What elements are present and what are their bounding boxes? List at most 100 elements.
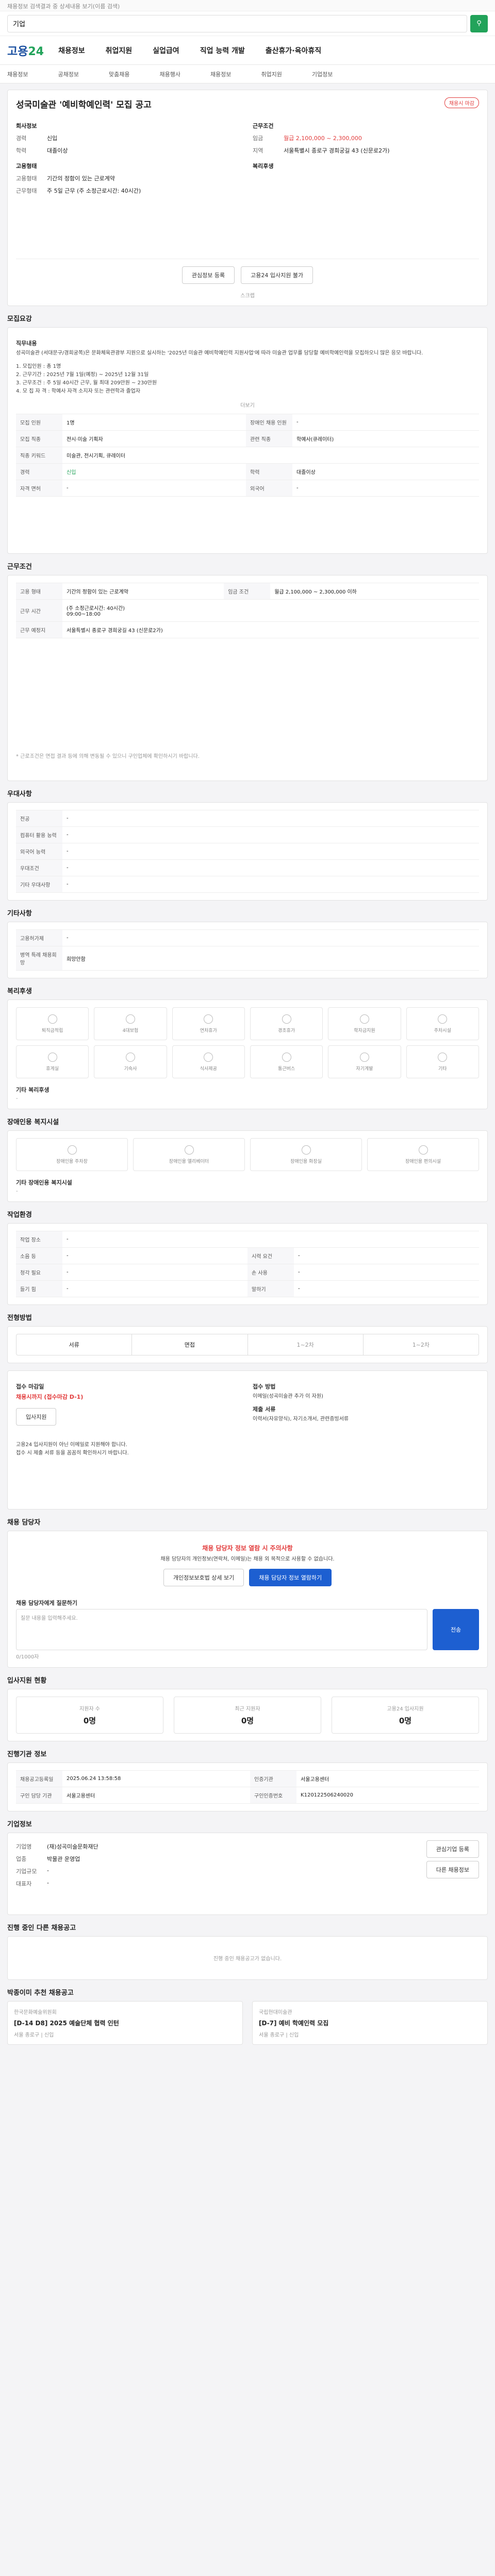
gnb-item[interactable]: 출산휴가·육아휴직 [266, 45, 321, 56]
recommend-job-title[interactable]: [D-14 D8] 2025 예술단체 협력 인턴 [14, 2019, 236, 2027]
disability-other-value: - [16, 1189, 18, 1194]
welfare-icon [125, 1014, 135, 1024]
welfare-item: 휴게실 [16, 1045, 89, 1078]
method-value: 이메일(성곡미술관 추가 이 자원) [253, 1394, 323, 1399]
hr-card: 채용 담당자 정보 열람 시 주의사항 채용 담당자의 개인정보(연락처, 이메… [7, 1531, 488, 1668]
th: 관련 직종 [246, 430, 293, 447]
sub-nav: 채용정보 공채정보 맞춤채용 채용행사 채용정보 취업지원 기업정보 [0, 65, 495, 83]
period-text: 1. 모집인원 : 총 1명 2. 근무기간 : 2025년 7월 1일(예정)… [16, 364, 157, 394]
search-input[interactable] [13, 20, 461, 27]
th: 말하기 [248, 1280, 294, 1297]
recommend-card[interactable]: 한국문화예술위원회 [D-14 D8] 2025 예술단체 협력 인턴 서울 종… [7, 2001, 243, 2045]
kv-value: 주 5일 근무 (주 소정근로시간: 40시간) [47, 188, 141, 194]
kv-key: 업종 [16, 1856, 27, 1862]
privacy-detail-button[interactable]: 개인정보보호법 상세 보기 [163, 1569, 244, 1586]
employ-label: 고용형태 [16, 163, 37, 170]
welfare-icon [359, 1014, 369, 1024]
apply-button[interactable]: 입사지원 [16, 1408, 57, 1426]
th: 시력 요건 [248, 1247, 294, 1264]
td: 희망안함 [62, 946, 479, 971]
td: 전시·미술 기획자 [62, 430, 246, 447]
more-jobs-button[interactable]: 다른 채용정보 [426, 1861, 479, 1878]
deadline-label: 접수 마감일 [16, 1383, 44, 1390]
th: 작업 장소 [16, 1231, 62, 1248]
th: 컴퓨터 활용 능력 [16, 826, 62, 843]
welfare-label: 복리후생 [253, 163, 274, 170]
gnb-item[interactable]: 실업급여 [153, 45, 179, 56]
disability-item: 장애인용 화장실 [250, 1138, 362, 1171]
td: - [294, 1264, 479, 1281]
recommend-card[interactable]: 국립현대미술관 [D-7] 예비 학예인력 모집 서울 종로구 | 신입 [252, 2001, 488, 2045]
recommend-title: 박종이미 추천 채용공고 [7, 1989, 74, 1997]
process-step: 서류 [16, 1334, 133, 1355]
welfare-item: 학자금지원 [328, 1007, 401, 1040]
td: - [62, 1280, 248, 1297]
td: - [62, 876, 479, 893]
follow-company-button[interactable]: 관심기업 등록 [426, 1840, 479, 1858]
th: 근무 시간 [16, 599, 62, 622]
search-field[interactable] [7, 14, 467, 32]
th: 임금 조건 [224, 583, 271, 600]
job-summary: 채용시 마감 성국미술관 '예비학예인력' 모집 공고 회사정보 경력 신입 학력… [7, 90, 488, 306]
welfare-icon [282, 1014, 291, 1024]
th: 병역 특례 채용희망 [16, 946, 62, 971]
subnav-item[interactable]: 채용정보 [210, 70, 231, 78]
td: 대졸이상 [292, 463, 479, 480]
welfare-icon [282, 1052, 291, 1062]
kv-value: 기간의 정함이 있는 근로계약 [47, 175, 115, 182]
th: 모집 인원 [16, 414, 62, 431]
scrap-link[interactable]: 스크랩 [16, 291, 479, 299]
time-detail: 09:00~18:00 [67, 612, 101, 617]
disability-item: 장애인용 엘리베이터 [133, 1138, 245, 1171]
subnav-item[interactable]: 채용정보 [7, 70, 28, 78]
gnb-item[interactable]: 채용정보 [58, 45, 85, 56]
interest-button[interactable]: 관심정보 등록 [182, 266, 235, 284]
gnb-item[interactable]: 취업지원 [106, 45, 133, 56]
more-button[interactable]: 더보기 [16, 401, 479, 409]
td: 신입 [62, 463, 246, 480]
th: 학력 [246, 463, 293, 480]
td: - [292, 480, 479, 497]
apply-disabled-button[interactable]: 고용24 입사지원 불가 [241, 266, 314, 284]
th: 구인 담당 기관 [16, 1787, 62, 1804]
recruit-card: 직무내용 성곡미술관 (서대문구/경희궁쪽)은 문화체육관광부 지원으로 실시하… [7, 327, 488, 554]
receipt-card: 접수 마감일 채용시까지 (접수마감 D-1) 입사지원 접수 방법 이메일(성… [7, 1370, 488, 1510]
hr-title: 채용 담당자 [7, 1519, 41, 1527]
gnb-item[interactable]: 직업 능력 개발 [200, 45, 245, 56]
method-label: 접수 방법 [253, 1383, 276, 1390]
subnav-item[interactable]: 공채정보 [58, 70, 78, 78]
welfare-item: 연차휴가 [172, 1007, 245, 1040]
td: 학예사(큐레이터) [292, 430, 479, 447]
subnav-item[interactable]: 맞춤채용 [109, 70, 129, 78]
welfare-other-label: 기타 복리후생 [16, 1087, 50, 1093]
work-card: 고용 형태 기간의 정함이 있는 근로계약 임금 조건 월급 2,100,000 ~ … [7, 575, 488, 781]
send-button[interactable]: 전송 [433, 1609, 479, 1650]
process-step: 1~2차 [412, 1342, 430, 1348]
th: 경력 [16, 463, 62, 480]
info-title: 진행기관 정보 [7, 1751, 47, 1758]
similar-title: 진행 중인 다른 채용공고 [7, 1924, 76, 1932]
search-button[interactable]: ⚲ [470, 14, 488, 32]
welfare-icon [204, 1014, 213, 1024]
hr-view-button[interactable]: 채용 담당자 정보 열람하기 [249, 1569, 332, 1586]
subnav-item[interactable]: 채용행사 [159, 70, 180, 78]
welfare-item: 경조휴가 [250, 1007, 323, 1040]
subnav-item[interactable]: 기업정보 [312, 70, 333, 78]
recommend-job-title[interactable]: [D-7] 예비 학예인력 모집 [259, 2019, 481, 2027]
submit-value: 이력서(자유양식), 자기소개서, 관련증빙서류 [253, 1416, 349, 1422]
td: - [294, 1247, 479, 1264]
kv-key: 지역 [253, 147, 263, 154]
td: 서울특별시 종로구 경희궁길 43 (신문로2가) [62, 621, 479, 638]
th: 장애인 채용 인원 [246, 414, 293, 431]
welfare-icon [47, 1014, 57, 1024]
kv-key: 임금 [253, 135, 263, 142]
receipt-note: 접수 시 제출 서류 등을 꼼꼼히 확인하시기 바랍니다. [16, 1450, 129, 1456]
th: 고용 형태 [16, 583, 62, 600]
question-input[interactable]: 질문 내용을 입력해주세요. [16, 1609, 428, 1650]
status-title: 입사지원 현황 [7, 1677, 47, 1685]
welfare-item: 기타 [406, 1045, 479, 1078]
welfare-item: 퇴직금적립 [16, 1007, 89, 1040]
subnav-item[interactable]: 취업지원 [261, 70, 282, 78]
disability-card: 장애인용 주차장 장애인용 엘리베이터 장애인용 화장실 장애인용 편의시설 기… [7, 1130, 488, 1202]
logo[interactable]: 고용24 [7, 42, 44, 59]
